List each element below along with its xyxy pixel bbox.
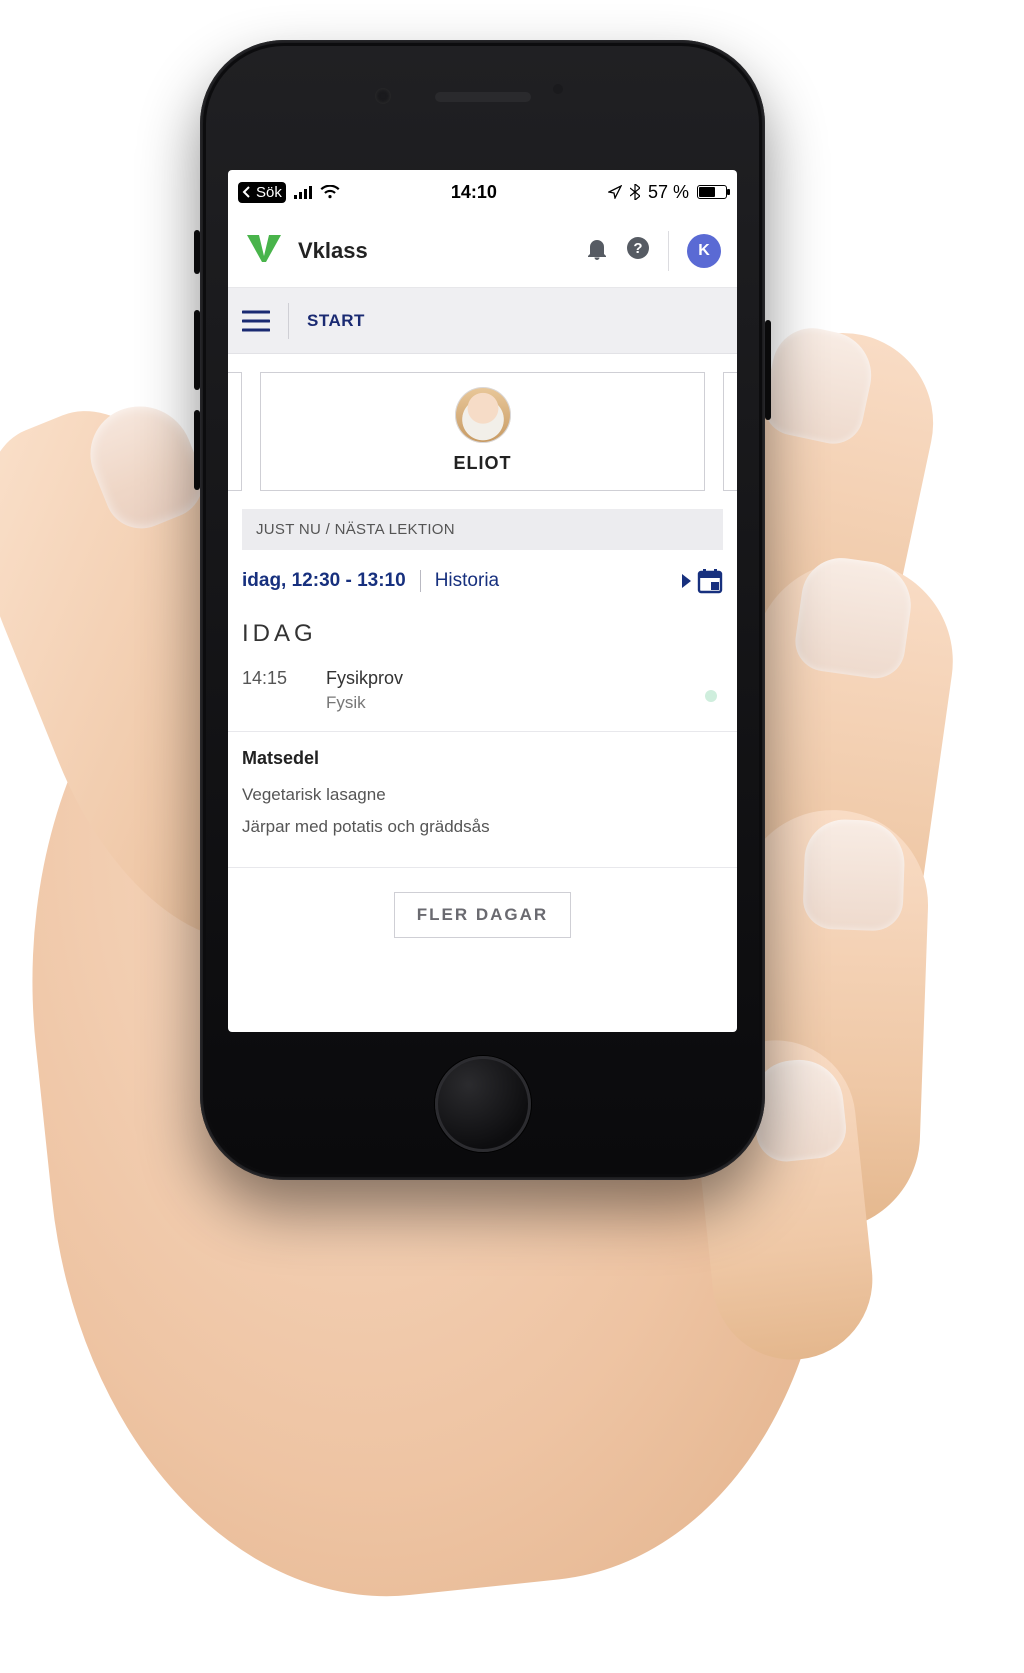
next-lesson-time: idag, 12:30 - 13:10 bbox=[242, 570, 406, 592]
vertical-separator bbox=[420, 570, 421, 592]
svg-text:?: ? bbox=[633, 240, 642, 257]
profile-avatar[interactable]: K bbox=[687, 234, 721, 268]
back-to-app-label: Sök bbox=[256, 184, 282, 201]
app-name: Vklass bbox=[298, 238, 368, 264]
breadcrumb[interactable]: START bbox=[307, 311, 365, 331]
status-time: 14:10 bbox=[451, 182, 497, 203]
event-time: 14:15 bbox=[242, 668, 306, 689]
lunch-menu-title: Matsedel bbox=[242, 748, 723, 769]
next-lesson-subject: Historia bbox=[435, 570, 499, 592]
lunch-menu-block: Matsedel Vegetarisk lasagne Järpar med p… bbox=[228, 732, 737, 868]
phone-mute-switch bbox=[194, 230, 200, 274]
main-content: ELIOT JUST NU / NÄSTA LEKTION idag, 12:3… bbox=[228, 354, 737, 974]
student-card[interactable]: ELIOT bbox=[260, 372, 705, 491]
more-days-button[interactable]: FLER DAGAR bbox=[394, 892, 571, 938]
today-event-row[interactable]: 14:15 Fysikprov Fysik bbox=[228, 662, 737, 732]
screen: Sök 14:10 57 % bbox=[228, 170, 737, 1032]
phone-power-button bbox=[765, 320, 771, 420]
student-card-peek-left[interactable] bbox=[228, 372, 242, 491]
app-header: Vklass ? K bbox=[228, 214, 737, 288]
battery-icon bbox=[697, 185, 727, 199]
sub-header: START bbox=[228, 288, 737, 354]
student-name: ELIOT bbox=[454, 453, 512, 474]
cellular-signal-icon bbox=[294, 185, 312, 199]
section-now-next: JUST NU / NÄSTA LEKTION bbox=[242, 509, 723, 550]
open-calendar-button[interactable] bbox=[682, 568, 723, 594]
student-carousel[interactable]: ELIOT bbox=[228, 372, 737, 509]
phone-volume-up bbox=[194, 310, 200, 390]
phone-volume-down bbox=[194, 410, 200, 490]
help-button[interactable]: ? bbox=[626, 236, 650, 265]
subheader-divider bbox=[288, 303, 289, 339]
student-card-peek-right[interactable] bbox=[723, 372, 737, 491]
wifi-icon bbox=[320, 185, 340, 199]
lunch-menu-item: Vegetarisk lasagne bbox=[242, 779, 723, 811]
event-subject: Fysik bbox=[326, 693, 403, 713]
event-title: Fysikprov bbox=[326, 668, 403, 689]
chevron-right-icon bbox=[682, 574, 691, 588]
bell-icon bbox=[586, 236, 608, 260]
chevron-left-icon bbox=[242, 186, 252, 198]
notifications-button[interactable] bbox=[586, 236, 608, 265]
header-divider bbox=[668, 231, 669, 271]
phone-frame: Sök 14:10 57 % bbox=[200, 40, 765, 1180]
phone-speaker bbox=[435, 92, 531, 102]
event-status-dot bbox=[705, 690, 717, 702]
today-heading: IDAG bbox=[228, 616, 737, 662]
back-to-app-chip[interactable]: Sök bbox=[238, 182, 286, 203]
profile-initial: K bbox=[698, 242, 710, 260]
calendar-icon bbox=[697, 568, 723, 594]
location-arrow-icon bbox=[608, 185, 622, 199]
vklass-logo-icon bbox=[244, 232, 284, 269]
bluetooth-icon bbox=[630, 184, 640, 200]
battery-percent: 57 % bbox=[648, 182, 689, 203]
phone-front-camera bbox=[375, 88, 391, 104]
hamburger-menu-button[interactable] bbox=[242, 310, 270, 332]
student-avatar bbox=[455, 387, 511, 443]
lunch-menu-item: Järpar med potatis och gräddsås bbox=[242, 811, 723, 843]
phone-home-button[interactable] bbox=[435, 1056, 531, 1152]
help-icon: ? bbox=[626, 236, 650, 260]
next-lesson-row[interactable]: idag, 12:30 - 13:10 Historia bbox=[228, 550, 737, 616]
status-bar: Sök 14:10 57 % bbox=[228, 170, 737, 214]
phone-proximity-sensor bbox=[553, 84, 563, 94]
